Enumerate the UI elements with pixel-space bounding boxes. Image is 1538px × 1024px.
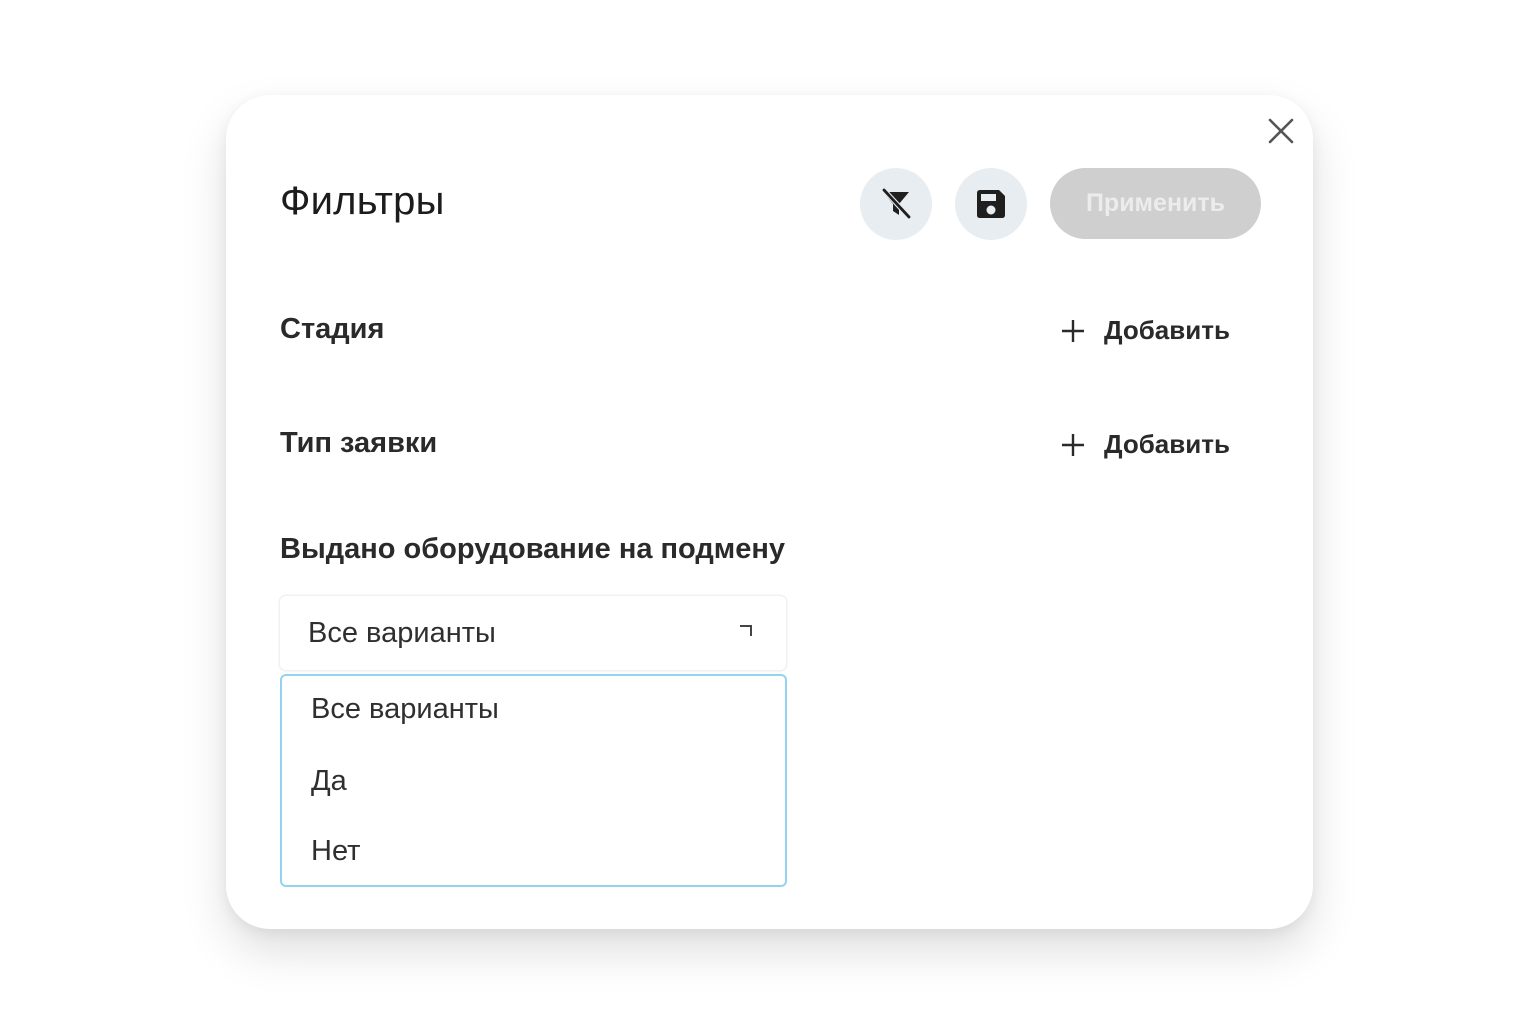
select-value: Все варианты [308,617,496,649]
add-request-type-button[interactable]: Добавить [1060,429,1230,460]
option-all[interactable]: Все варианты [311,693,499,726]
save-filters-button[interactable] [955,168,1027,240]
add-stage-label: Добавить [1104,315,1230,345]
apply-button[interactable]: Применить [1050,168,1261,239]
replacement-equipment-label: Выдано оборудование на подмену [280,533,786,565]
dialog-title: Фильтры [280,179,445,223]
plus-icon [1062,319,1084,342]
option-no[interactable]: Нет [311,835,360,868]
filters-dialog: Фильтры Применить Стадия Добавить Тип за… [226,95,1313,929]
request-type-filter-label: Тип заявки [280,427,438,459]
clear-filters-button[interactable] [860,168,932,240]
close-icon [1268,118,1294,144]
close-button[interactable] [1265,115,1297,147]
replacement-equipment-select[interactable]: Все варианты [280,596,786,670]
add-stage-button[interactable]: Добавить [1060,315,1230,346]
option-yes[interactable]: Да [311,765,347,798]
replacement-equipment-dropdown: Все варианты Да Нет [280,674,787,887]
stage-filter-label: Стадия [280,313,385,345]
plus-icon [1062,433,1084,456]
add-request-type-label: Добавить [1104,429,1230,459]
filter-clear-icon [881,187,912,220]
corner-arrow-icon [740,625,752,636]
floppy-disk-icon [977,190,1005,218]
